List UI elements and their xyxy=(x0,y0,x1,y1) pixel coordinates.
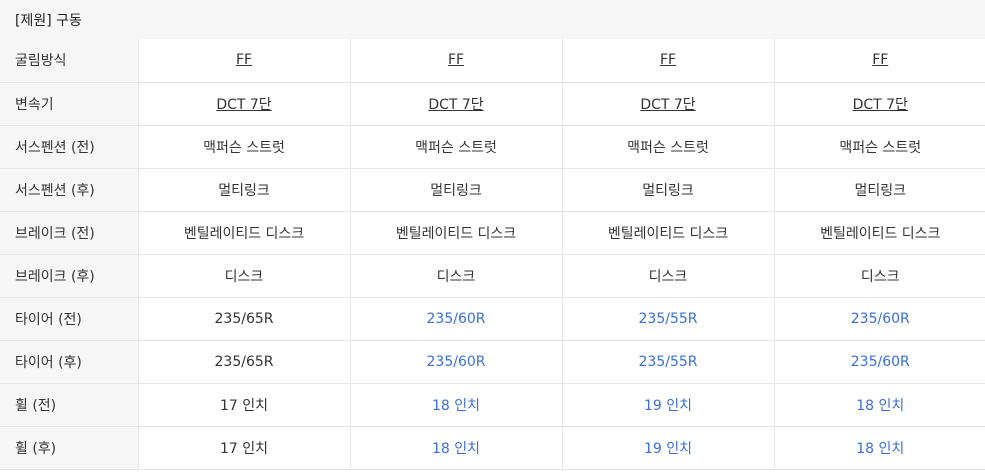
cell-value: 벤틸레이티드 디스크 xyxy=(138,211,351,255)
row-label: 타이어 (전) xyxy=(0,297,139,341)
drive-type-link[interactable]: FF xyxy=(872,52,888,68)
row-tire-front: 타이어 (전) 235/65R 235/60R 235/55R 235/60R xyxy=(0,297,985,341)
cell-value: 디스크 xyxy=(774,254,985,298)
section-header: [제원] 구동 xyxy=(0,0,985,39)
cell-value: 멀티링크 xyxy=(562,168,775,212)
cell-value: 멀티링크 xyxy=(138,168,351,212)
cell-value-highlight: 19 인치 xyxy=(562,426,775,470)
transmission-link[interactable]: DCT 7단 xyxy=(853,97,908,113)
cell-value: 17 인치 xyxy=(138,383,351,427)
row-suspension-rear: 서스펜션 (후) 멀티링크 멀티링크 멀티링크 멀티링크 xyxy=(0,168,985,212)
row-label: 굴림방식 xyxy=(0,39,139,83)
cell-value: 디스크 xyxy=(350,254,563,298)
row-label: 변속기 xyxy=(0,82,139,126)
row-brake-rear: 브레이크 (후) 디스크 디스크 디스크 디스크 xyxy=(0,254,985,298)
cell-value-highlight: 235/55R xyxy=(562,297,775,341)
cell-value-highlight: 235/55R xyxy=(562,340,775,384)
cell-value: 벤틸레이티드 디스크 xyxy=(774,211,985,255)
cell-value: 멀티링크 xyxy=(350,168,563,212)
row-suspension-front: 서스펜션 (전) 맥퍼슨 스트럿 맥퍼슨 스트럿 맥퍼슨 스트럿 맥퍼슨 스트럿 xyxy=(0,125,985,169)
cell-value-highlight: 18 인치 xyxy=(774,383,985,427)
cell-value: 맥퍼슨 스트럿 xyxy=(138,125,351,169)
row-wheel-rear: 휠 (후) 17 인치 18 인치 19 인치 18 인치 xyxy=(0,426,985,470)
drive-type-link[interactable]: FF xyxy=(236,52,252,68)
row-label: 서스펜션 (전) xyxy=(0,125,139,169)
cell-value: 235/65R xyxy=(138,297,351,341)
cell-value: 벤틸레이티드 디스크 xyxy=(350,211,563,255)
cell-value-highlight: 235/60R xyxy=(350,340,563,384)
cell-value: 벤틸레이티드 디스크 xyxy=(562,211,775,255)
cell-value: 맥퍼슨 스트럿 xyxy=(350,125,563,169)
row-label: 서스펜션 (후) xyxy=(0,168,139,212)
drive-type-link[interactable]: FF xyxy=(660,52,676,68)
row-label: 휠 (후) xyxy=(0,426,139,470)
row-tire-rear: 타이어 (후) 235/65R 235/60R 235/55R 235/60R xyxy=(0,340,985,384)
drive-type-link[interactable]: FF xyxy=(448,52,464,68)
cell-value: 디스크 xyxy=(562,254,775,298)
transmission-link[interactable]: DCT 7단 xyxy=(640,97,695,113)
cell-value-highlight: 235/60R xyxy=(350,297,563,341)
cell-value: 멀티링크 xyxy=(774,168,985,212)
section-title: [제원] 구동 xyxy=(15,12,82,29)
cell-value-highlight: 235/60R xyxy=(774,340,985,384)
spec-table: 굴림방식 FF FF FF FF 변속기 DCT 7단 DCT 7단 DCT 7… xyxy=(0,39,985,470)
row-label: 타이어 (후) xyxy=(0,340,139,384)
row-label: 휠 (전) xyxy=(0,383,139,427)
cell-value-highlight: 18 인치 xyxy=(350,426,563,470)
cell-value: 맥퍼슨 스트럿 xyxy=(562,125,775,169)
row-label: 브레이크 (후) xyxy=(0,254,139,298)
cell-value-highlight: 18 인치 xyxy=(774,426,985,470)
cell-value: 235/65R xyxy=(138,340,351,384)
transmission-link[interactable]: DCT 7단 xyxy=(428,97,483,113)
cell-value: 디스크 xyxy=(138,254,351,298)
cell-value-highlight: 18 인치 xyxy=(350,383,563,427)
cell-value-highlight: 19 인치 xyxy=(562,383,775,427)
cell-value: 맥퍼슨 스트럿 xyxy=(774,125,985,169)
cell-value: 17 인치 xyxy=(138,426,351,470)
transmission-link[interactable]: DCT 7단 xyxy=(216,97,271,113)
row-transmission: 변속기 DCT 7단 DCT 7단 DCT 7단 DCT 7단 xyxy=(0,82,985,126)
row-drive-type: 굴림방식 FF FF FF FF xyxy=(0,39,985,83)
row-wheel-front: 휠 (전) 17 인치 18 인치 19 인치 18 인치 xyxy=(0,383,985,427)
row-label: 브레이크 (전) xyxy=(0,211,139,255)
row-brake-front: 브레이크 (전) 벤틸레이티드 디스크 벤틸레이티드 디스크 벤틸레이티드 디스… xyxy=(0,211,985,255)
cell-value-highlight: 235/60R xyxy=(774,297,985,341)
